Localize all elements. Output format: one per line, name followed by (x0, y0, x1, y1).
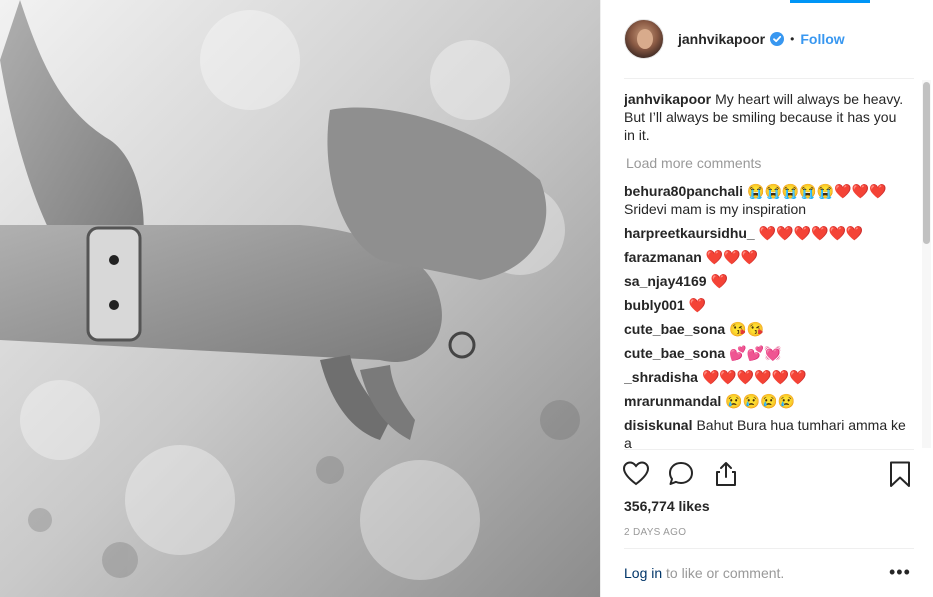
photo-illustration (0, 0, 600, 597)
post-photo[interactable] (0, 0, 600, 597)
comment-item: disiskunal Bahut Bura hua tumhari amma ke… (624, 416, 906, 448)
comment-item: behura80panchali 😭😭😭😭😭❤️❤️❤️ Sridevi mam … (624, 182, 906, 218)
comment-username[interactable]: cute_bae_sona (624, 321, 725, 337)
header-divider (624, 78, 914, 79)
comment-text: ❤️❤️❤️❤️❤️❤️ (701, 369, 807, 385)
login-prompt: Log in to like or comment. (624, 565, 784, 581)
bookmark-icon[interactable] (886, 460, 914, 488)
comment-text: ❤️ (710, 273, 728, 289)
likes-count[interactable]: 356,774 likes (624, 498, 710, 514)
comments-list[interactable]: janhvikapoor My heart will always be heav… (624, 90, 906, 448)
comment-text: ❤️❤️❤️❤️❤️❤️ (758, 225, 864, 241)
verified-icon (770, 32, 785, 46)
comment-item: _shradisha ❤️❤️❤️❤️❤️❤️ (624, 368, 906, 386)
caption-username[interactable]: janhvikapoor (624, 91, 711, 107)
comment-text: ❤️❤️❤️ (705, 249, 759, 265)
post-side-panel: janhvikapoor • Follow janhvikapoor My hea… (600, 0, 933, 597)
comment-item: harpreetkaursidhu_ ❤️❤️❤️❤️❤️❤️ (624, 224, 906, 242)
post-header: janhvikapoor • Follow (601, 0, 933, 78)
comments-scrollbar[interactable] (922, 80, 931, 448)
comment-username[interactable]: bubly001 (624, 297, 685, 313)
comment-username[interactable]: disiskunal (624, 417, 692, 433)
separator-dot: • (790, 32, 795, 46)
login-prompt-text: to like or comment. (662, 565, 785, 581)
comment-username[interactable]: cute_bae_sona (624, 345, 725, 361)
comment-icon[interactable] (667, 460, 695, 488)
follow-button[interactable]: Follow (800, 31, 844, 47)
comment-item: bubly001 ❤️ (624, 296, 906, 314)
comment-username[interactable]: harpreetkaursidhu_ (624, 225, 755, 241)
comment-username[interactable]: farazmanan (624, 249, 702, 265)
comment-text: 💕💕💓 (729, 345, 782, 361)
login-link[interactable]: Log in (624, 565, 662, 581)
comment-username[interactable]: behura80panchali (624, 183, 743, 199)
comment-username[interactable]: _shradisha (624, 369, 698, 385)
comment-item: sa_njay4169 ❤️ (624, 272, 906, 290)
caption: janhvikapoor My heart will always be heav… (624, 90, 906, 144)
comment-item: farazmanan ❤️❤️❤️ (624, 248, 906, 266)
comment-item: cute_bae_sona 😘😘 (624, 320, 906, 338)
bottom-divider (624, 548, 914, 549)
scrollbar-thumb[interactable] (923, 82, 930, 244)
comment-text: 😢😢😢😢 (725, 393, 795, 409)
post-timestamp[interactable]: 2 DAYS AGO (624, 527, 686, 538)
actions-divider (624, 449, 914, 450)
avatar[interactable] (624, 19, 664, 59)
comment-username[interactable]: sa_njay4169 (624, 273, 707, 289)
load-more-comments-button[interactable]: Load more comments (626, 154, 906, 172)
action-bar (601, 456, 933, 492)
share-icon[interactable] (712, 460, 740, 488)
comment-item: cute_bae_sona 💕💕💓 (624, 344, 906, 362)
heart-icon[interactable] (622, 460, 650, 488)
header-username[interactable]: janhvikapoor (678, 31, 765, 47)
more-options-icon[interactable]: ••• (889, 562, 911, 583)
comment-item: mrarunmandal 😢😢😢😢 (624, 392, 906, 410)
comment-text: ❤️ (688, 297, 707, 313)
comment-username[interactable]: mrarunmandal (624, 393, 721, 409)
comment-text: 😘😘 (729, 321, 765, 337)
